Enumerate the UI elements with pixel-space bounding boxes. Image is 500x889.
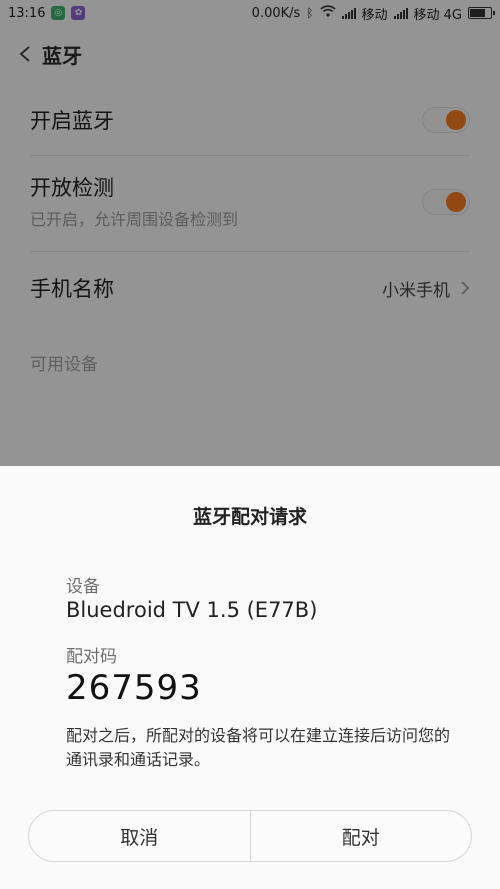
pairing-code: 267593 (66, 668, 202, 708)
pairing-code-label: 配对码 (66, 647, 117, 667)
device-name: Bluedroid TV 1.5 (E77B) (66, 598, 318, 622)
dialog-title: 蓝牙配对请求 (192, 506, 307, 528)
pairing-note: 配对之后，所配对的设备将可以在建立连接后访问您的通讯录和通话记录。 (66, 726, 451, 769)
dialog-button-group: 取消 配对 (28, 810, 472, 862)
pairing-dialog: 蓝牙配对请求 设备 Bluedroid TV 1.5 (E77B) 配对码 26… (0, 466, 500, 889)
pair-button[interactable]: 配对 (249, 811, 472, 861)
device-label: 设备 (66, 577, 100, 597)
cancel-button[interactable]: 取消 (29, 811, 250, 861)
